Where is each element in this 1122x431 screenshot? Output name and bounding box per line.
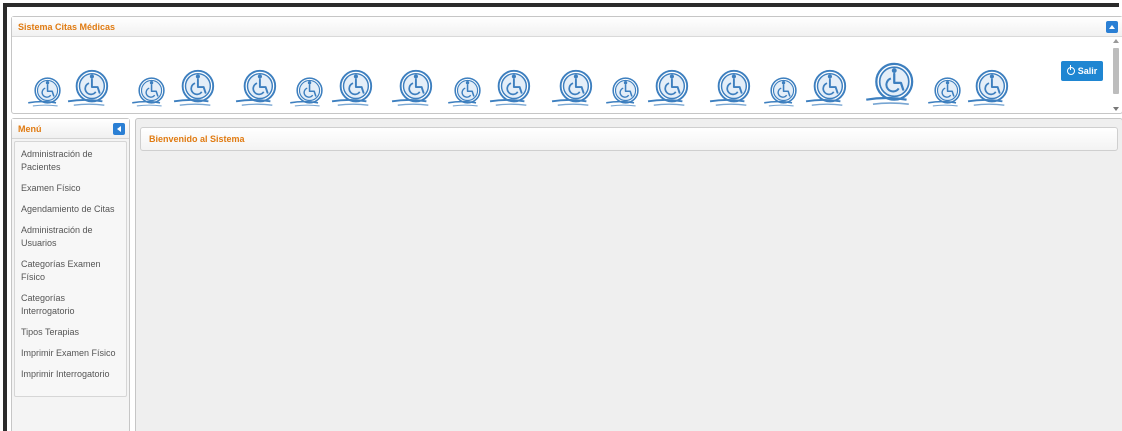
wheelchair-icon [804,67,852,109]
wheelchair-icon [330,67,378,109]
menu-item-examen-fisico[interactable]: Examen Físico [15,178,126,199]
scroll-up-icon[interactable] [1113,39,1119,43]
header-panel: Sistema Citas Médicas [11,16,1122,114]
wheelchair-icon [488,67,536,109]
center-panel: Bienvenido al Sistema [135,118,1122,431]
wheelchair-icon [966,67,1014,109]
wheelchair-icon [604,75,644,109]
header-panel-titlebar: Sistema Citas Médicas [12,17,1122,37]
exit-button-label: Salir [1077,66,1098,76]
menu-panel-titlebar: Menú [12,119,129,139]
wheelchair-icon [66,67,114,109]
wheelchair-icon [864,59,920,109]
scroll-down-icon[interactable] [1113,107,1119,111]
power-icon [1066,65,1075,75]
welcome-title: Bienvenido al Sistema [149,134,245,144]
app-title: Sistema Citas Médicas [18,21,116,32]
chevron-left-icon [117,126,121,132]
wheelchair-icon [288,75,328,109]
menu-item-categorias-examen-fisico[interactable]: Categorías Examen Físico [15,254,126,288]
wheelchair-icon [446,75,486,109]
menu-panel: Menú Administración de Pacientes Examen … [11,118,130,431]
wheelchair-icon [926,75,966,109]
app-window: Sistema Citas Médicas Salir Menú Adminis… [3,3,1122,431]
exit-button[interactable]: Salir [1061,61,1103,81]
wheelchair-icon [646,67,694,109]
menu-item-tipos-terapias[interactable]: Tipos Terapias [15,322,126,343]
wheelchair-icon [762,75,802,109]
wheelchair-icon [390,67,438,109]
collapse-menu-button[interactable] [113,123,125,135]
menu-item-categorias-interrogatorio[interactable]: Categorías Interrogatorio [15,288,126,322]
menu-item-administracion-usuarios[interactable]: Administración de Usuarios [15,220,126,254]
header-scrollbar[interactable] [1111,39,1121,113]
menu-item-imprimir-interrogatorio[interactable]: Imprimir Interrogatorio [15,364,126,385]
collapse-header-button[interactable] [1106,21,1118,33]
wheelchair-icon [172,67,220,109]
wheelchair-icon [550,67,598,109]
menu-item-administracion-pacientes[interactable]: Administración de Pacientes [15,144,126,178]
wheelchair-icon [708,67,756,109]
wheelchair-icon [234,67,282,109]
chevron-up-icon [1109,25,1115,29]
menu-item-agendamiento-citas[interactable]: Agendamiento de Citas [15,199,126,220]
scroll-thumb[interactable] [1113,48,1119,94]
wheelchair-icon [26,75,66,109]
menu-title: Menú [18,123,42,134]
menu-item-imprimir-examen-fisico[interactable]: Imprimir Examen Físico [15,343,126,364]
welcome-tab[interactable]: Bienvenido al Sistema [140,127,1118,151]
wheelchair-icon [130,75,170,109]
menu-list: Administración de Pacientes Examen Físic… [14,141,127,397]
wheelchair-logo-banner [26,45,1026,109]
